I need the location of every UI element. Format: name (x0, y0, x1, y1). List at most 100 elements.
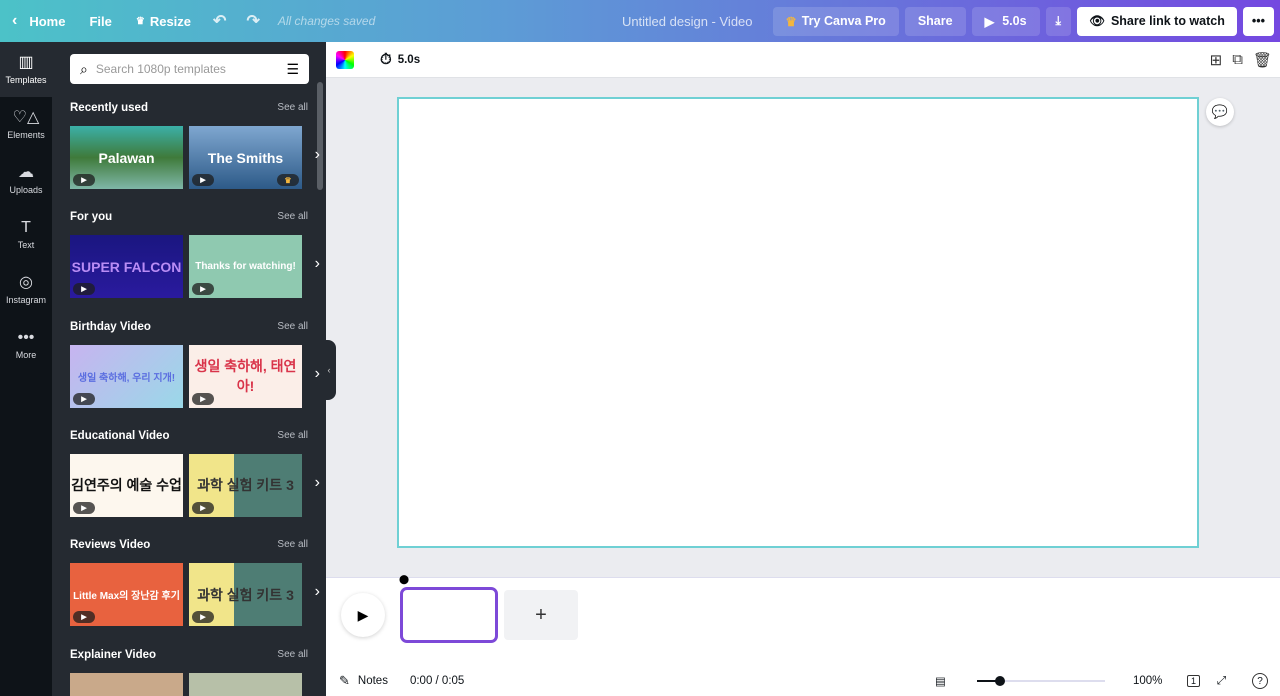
crown-icon: ♛ (135, 15, 145, 27)
see-all-link[interactable]: See all (277, 321, 308, 337)
download-button[interactable]: ⤓ (1045, 6, 1072, 36)
collapse-panel-button[interactable]: ‹ (322, 340, 336, 400)
chevron-right-icon[interactable]: › (315, 583, 320, 601)
add-page-icon[interactable]: ⊞ (1210, 51, 1223, 69)
section-title: Explainer Video (70, 648, 157, 661)
search-box: ⌕ ☰ (70, 54, 309, 84)
template-thumbnail[interactable] (189, 672, 302, 696)
design-canvas[interactable] (397, 97, 1199, 548)
templates-icon: ▥ (18, 53, 34, 71)
thumbnail-text: 생일 축하해, 태연아! (194, 358, 297, 395)
rail-label: Templates (5, 74, 47, 85)
play-icon: ▶ (192, 392, 214, 405)
rail-label: Elements (7, 129, 45, 140)
zoom-slider-handle[interactable] (995, 676, 1005, 686)
design-title[interactable]: Untitled design - Video (622, 14, 753, 29)
save-status: All changes saved (277, 14, 376, 28)
present-button[interactable]: ▶ 5.0s (971, 6, 1040, 36)
file-menu[interactable]: File (77, 5, 123, 37)
template-thumbnail[interactable]: 김연주의 예술 수업 ▶ (70, 453, 183, 517)
see-all-link[interactable]: See all (277, 539, 308, 555)
template-section: Explainer Video See all (70, 649, 308, 696)
rail-item-uploads[interactable]: ☁ Uploads (0, 152, 52, 207)
see-all-link[interactable]: See all (277, 102, 308, 118)
chevron-right-icon[interactable]: › (315, 474, 320, 492)
play-icon: ▶ (192, 283, 214, 296)
section-title: For you (70, 211, 113, 224)
playhead-marker[interactable]: ⬤ (399, 574, 409, 585)
undo-button[interactable]: ↶ (203, 5, 236, 37)
template-thumbnail[interactable]: 생일 축하해, 우리 지개! ▶ (70, 344, 183, 408)
canvas-toolbar: ⏱ 5.0s ⊞ ⧉ 🗑 (326, 42, 1280, 78)
template-thumbnail[interactable]: Palawan ▶ (70, 126, 183, 189)
search-icon: ⌕ (80, 60, 88, 77)
elements-icon: ♡△ (12, 108, 40, 126)
page-thumbnail[interactable] (400, 587, 498, 643)
rail-item-elements[interactable]: ♡△ Elements (0, 97, 52, 152)
fullscreen-icon[interactable]: ⤢ (1217, 675, 1226, 688)
notes-icon[interactable]: ✎ (339, 673, 350, 689)
template-thumbnail[interactable]: 과학 실험 키트 3 ▶ (189, 563, 302, 627)
play-icon: ▶ (73, 174, 95, 186)
share-link-button[interactable]: 👁 Share link to watch (1077, 6, 1237, 36)
template-thumbnail[interactable] (70, 672, 183, 696)
template-thumbnail[interactable]: 생일 축하해, 태연아! ▶ (189, 344, 302, 408)
duration-button[interactable]: ⏱ 5.0s (380, 51, 420, 68)
help-icon[interactable]: ? (1252, 673, 1268, 689)
duplicate-page-icon[interactable]: ⧉ (1232, 51, 1243, 69)
rail-label: Uploads (9, 184, 43, 195)
search-input[interactable] (95, 62, 279, 76)
thumbnail-text: 과학 실험 키트 3 (197, 586, 294, 603)
template-section: Birthday Video See all 생일 축하해, 우리 지개! ▶ 생일 축… (70, 321, 320, 408)
thumbnail-text: 과학 실험 키트 3 (197, 477, 294, 494)
crown-icon: ♛ (277, 174, 299, 186)
try-pro-button[interactable]: ♛ Try Canva Pro (772, 6, 899, 36)
add-page-button[interactable]: + (504, 590, 578, 640)
template-thumbnail[interactable]: 과학 실험 키트 3 ▶ (189, 453, 302, 517)
play-icon: ▶ (192, 501, 214, 514)
download-icon: ⤓ (1055, 13, 1062, 28)
more-button[interactable]: ••• (1242, 6, 1274, 36)
see-all-link[interactable]: See all (277, 211, 308, 227)
play-icon: ▶ (357, 606, 369, 623)
see-all-link[interactable]: See all (277, 649, 308, 665)
comment-icon: 💬 (1211, 104, 1229, 119)
grid-view-icon[interactable]: ▤ (935, 674, 946, 688)
home-button[interactable]: ‹ Home (0, 5, 77, 37)
rail-item-templates[interactable]: ▥ Templates (0, 42, 52, 97)
see-all-link[interactable]: See all (277, 430, 308, 446)
zoom-slider[interactable] (977, 676, 1105, 686)
template-section: Recently used See all Palawan ▶ The Smiths ▶ ♛… (70, 102, 320, 189)
template-section: Educational Video See all 김연주의 예술 수업 ▶ 과학 실험… (70, 430, 320, 517)
resize-button[interactable]: ♛ Resize (124, 5, 203, 37)
template-thumbnail[interactable]: SUPER FALCON ▶ (70, 235, 183, 299)
share-button[interactable]: Share (904, 6, 966, 36)
timeline: ⬤ ▶ + (326, 574, 1280, 666)
templates-panel: ⌕ ☰ Recently usedSee allPalawan▶The Smit… (52, 42, 326, 696)
chevron-right-icon[interactable]: › (315, 146, 320, 164)
play-icon: ▶ (192, 611, 214, 624)
template-thumbnail[interactable]: Thanks for watching! ▶ (189, 235, 302, 299)
play-icon: ▶ (73, 501, 95, 514)
add-comment-button[interactable]: 💬 (1206, 98, 1234, 126)
rail-item-more[interactable]: ••• More (0, 317, 52, 372)
background-color-button[interactable] (336, 50, 354, 69)
play-button[interactable]: ▶ (341, 593, 385, 637)
redo-button[interactable]: ↷ (236, 5, 269, 37)
template-section: For you See all SUPER FALCON ▶ Thanks for wa… (70, 211, 320, 299)
thumbnail-text: Little Max의 장난감 후기 (73, 591, 180, 603)
thumbnail-text: Palawan (98, 149, 155, 166)
template-thumbnail[interactable]: Little Max의 장난감 후기 ▶ (70, 563, 183, 627)
thumbnail-text: The Smiths (207, 149, 284, 166)
rail-item-instagram[interactable]: ◎ Instagram (0, 262, 52, 317)
filter-icon[interactable]: ☰ (286, 61, 299, 78)
zoom-level[interactable]: 100% (1133, 675, 1162, 687)
page-count[interactable]: 1 (1187, 675, 1201, 687)
chevron-right-icon[interactable]: › (315, 255, 320, 273)
rail-item-text[interactable]: T Text (0, 207, 52, 262)
scrollbar[interactable] (317, 82, 323, 190)
delete-page-icon[interactable]: 🗑 (1253, 51, 1272, 69)
chevron-right-icon[interactable]: › (315, 365, 320, 383)
template-thumbnail[interactable]: The Smiths ▶ ♛ (189, 126, 302, 189)
notes-button[interactable]: Notes (358, 675, 388, 687)
